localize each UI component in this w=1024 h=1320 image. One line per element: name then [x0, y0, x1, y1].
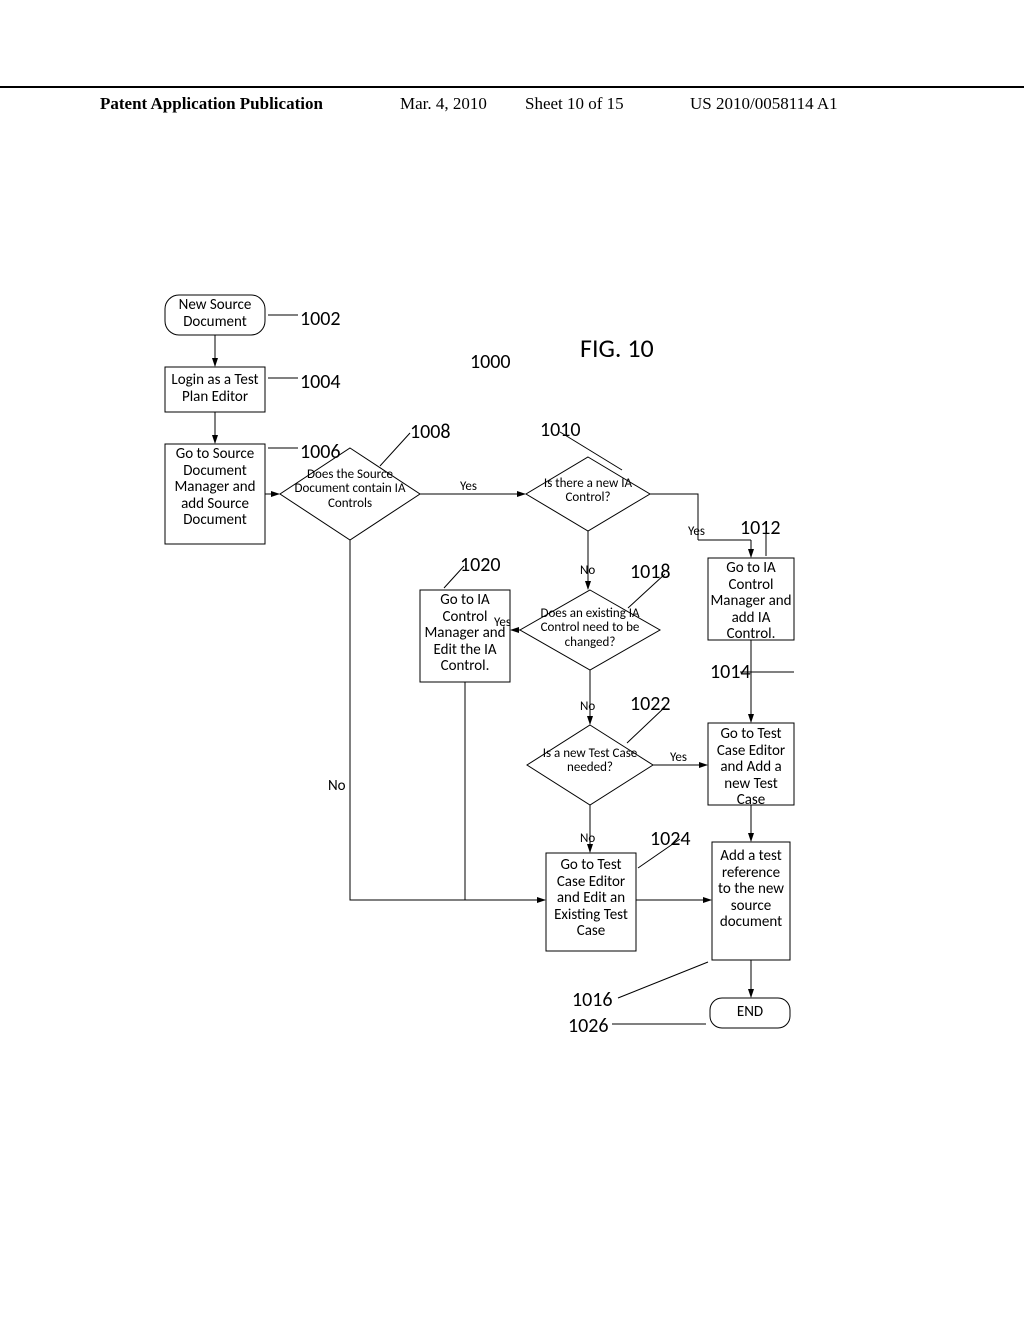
node-edit-ia-control: Go to IA Control Manager and Edit the IA…	[422, 592, 508, 675]
flowchart-svg: New Source Document Login as a Test Plan…	[70, 150, 890, 1210]
node-end: END	[710, 1004, 790, 1021]
node-new-ia-control: Is there a new IA Control?	[538, 477, 638, 506]
edge-yes-1018: Yes	[494, 615, 511, 630]
node-add-test-reference: Add a test reference to the new source d…	[714, 848, 788, 931]
edge-no-1022: No	[580, 831, 595, 846]
sheet-label: Sheet 10 of 15	[525, 94, 624, 114]
publication-number: US 2010/0058114 A1	[690, 94, 838, 114]
node-add-ia-control: Go to IA Control Manager and add IA Cont…	[710, 560, 792, 640]
node-existing-ia-change: Does an existing IA Control need to be c…	[532, 607, 648, 650]
publication-date: Mar. 4, 2010	[400, 94, 487, 114]
page-header: Patent Application Publication Mar. 4, 2…	[0, 86, 1024, 94]
edge-no-1008: No	[328, 777, 346, 795]
node-new-source-document: New Source Document	[165, 297, 265, 330]
node-login-editor: Login as a Test Plan Editor	[167, 372, 263, 405]
node-contains-ia-controls: Does the Source Document contain IA Cont…	[287, 468, 413, 511]
node-edit-test-case: Go to Test Case Editor and Edit an Exist…	[548, 857, 634, 940]
edge-yes-1010: Yes	[688, 524, 705, 539]
edge-no-1018: No	[580, 699, 595, 714]
publication-label: Patent Application Publication	[100, 94, 323, 114]
edge-no-1010: No	[580, 563, 595, 578]
edge-yes-1008: Yes	[460, 479, 477, 494]
node-add-test-case: Go to Test Case Editor and Add a new Tes…	[710, 726, 792, 804]
figure-frame: FIG. 10 1000 1002 1004 1006 1008 1010 10…	[70, 150, 890, 1210]
node-new-test-case-needed: Is a new Test Case needed?	[540, 747, 640, 776]
edge-yes-1022: Yes	[670, 750, 687, 765]
node-source-doc-manager: Go to Source Document Manager and add So…	[167, 446, 263, 529]
